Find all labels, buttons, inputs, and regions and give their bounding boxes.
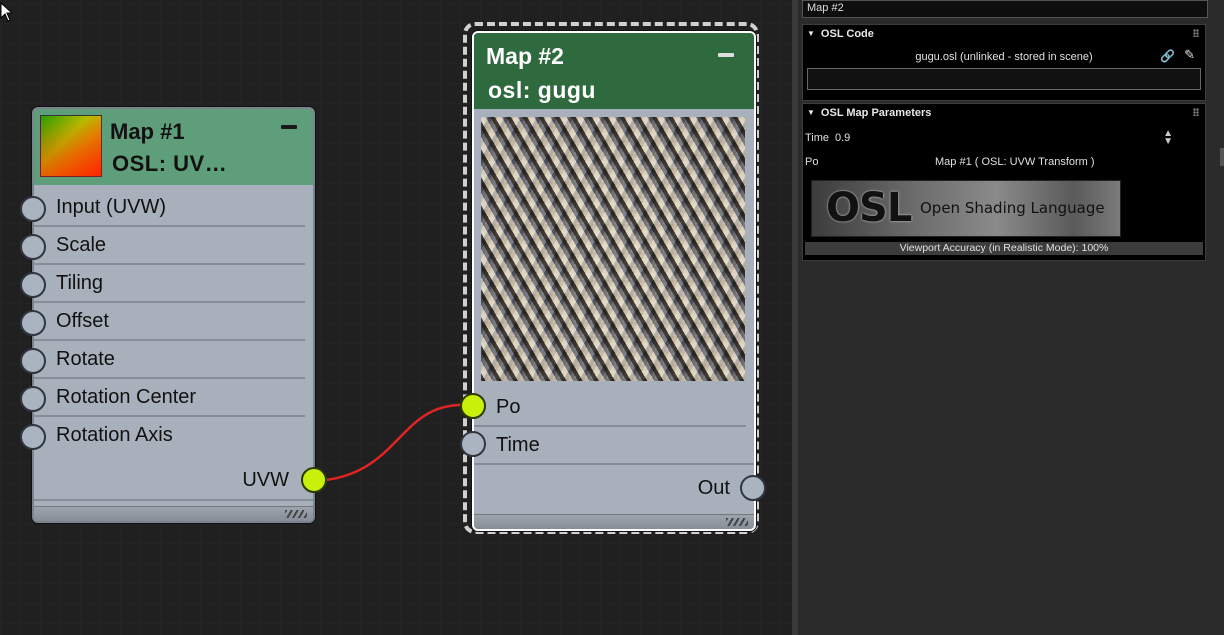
rollout-title: OSL Code xyxy=(820,28,874,40)
collapse-arrow-icon[interactable]: ▼ xyxy=(807,29,815,38)
pencil-icon[interactable]: ✎ xyxy=(1184,47,1195,63)
node-map-1[interactable]: Map #1 OSL: UV… Input (UVW) Scale Tiling… xyxy=(32,107,315,523)
rollout-header[interactable]: ▼ OSL Map Parameters xyxy=(803,104,1205,122)
properties-panel: Map #2 ▼ OSL Code gugu.osl (unlinked - st… xyxy=(792,0,1224,635)
port-row[interactable]: Scale xyxy=(34,227,305,265)
input-socket[interactable] xyxy=(20,386,46,412)
po-map-button[interactable]: Map #1 ( OSL: UVW Transform ) xyxy=(935,156,1095,168)
port-row[interactable]: Input (UVW) xyxy=(34,189,305,227)
node-footer xyxy=(474,514,754,529)
drag-handle-icon[interactable] xyxy=(1193,29,1199,37)
node-map-2[interactable]: Map #2 osl: gugu Po Time Out xyxy=(472,31,756,531)
port-row[interactable]: Tiling xyxy=(34,265,305,303)
port-row[interactable]: Rotation Center xyxy=(34,379,305,417)
output-label: Out xyxy=(697,477,730,499)
osl-code-rollout: ▼ OSL Code gugu.osl (unlinked - stored in… xyxy=(802,24,1206,101)
port-label: Offset xyxy=(56,310,109,332)
time-label: Time xyxy=(805,132,830,144)
collapse-arrow-icon[interactable]: ▼ xyxy=(807,108,815,117)
map-thumbnail xyxy=(40,115,102,177)
port-row[interactable]: Offset xyxy=(34,303,305,341)
osl-code-field[interactable] xyxy=(807,68,1201,90)
minimize-icon[interactable] xyxy=(281,125,297,129)
osl-logo: OSL Open Shading Language xyxy=(811,180,1121,237)
input-socket[interactable] xyxy=(20,196,46,222)
osl-params-rollout: ▼ OSL Map Parameters Time 0.9 ▲ ▼ Po Map #… xyxy=(802,103,1206,261)
link-icon[interactable]: 🔗 xyxy=(1160,49,1175,63)
resize-grip-icon[interactable] xyxy=(726,518,748,526)
port-label: Tiling xyxy=(56,272,104,294)
map-name-field[interactable]: Map #2 xyxy=(802,0,1208,18)
input-socket[interactable] xyxy=(20,272,46,298)
node-editor-canvas[interactable]: Map #1 OSL: UV… Input (UVW) Scale Tiling… xyxy=(0,0,792,635)
panel-side-tab[interactable] xyxy=(1220,148,1224,166)
port-label: Rotation Center xyxy=(56,386,197,408)
output-label: UVW xyxy=(242,469,289,491)
time-value[interactable]: 0.9 xyxy=(835,132,850,144)
node-title: Map #1 xyxy=(110,119,185,144)
node-header[interactable]: Map #1 OSL: UV… xyxy=(34,109,313,185)
minimize-icon[interactable] xyxy=(718,53,734,57)
input-socket[interactable] xyxy=(460,431,486,457)
spinner-arrows-icon[interactable]: ▲ ▼ xyxy=(1163,129,1173,147)
input-socket[interactable] xyxy=(460,393,486,419)
node-header[interactable]: Map #2 osl: gugu xyxy=(474,33,754,109)
node-subtitle: osl: gugu xyxy=(488,77,596,103)
port-row[interactable]: Po xyxy=(474,389,746,427)
port-label: Rotation Axis xyxy=(56,424,173,446)
osl-file-label: gugu.osl (unlinked - stored in scene) xyxy=(915,51,1093,63)
output-socket[interactable] xyxy=(301,467,327,493)
port-label: Po xyxy=(496,396,521,418)
input-socket[interactable] xyxy=(20,348,46,374)
port-row[interactable]: Time xyxy=(474,427,746,463)
map-preview-image xyxy=(481,117,745,381)
input-socket[interactable] xyxy=(20,234,46,260)
port-label: Time xyxy=(496,434,540,456)
osl-logo-mark: OSL xyxy=(826,185,912,231)
resize-grip-icon[interactable] xyxy=(285,510,307,518)
po-label: Po xyxy=(805,156,819,168)
rollout-header[interactable]: ▼ OSL Code xyxy=(803,25,1205,43)
osl-logo-text: Open Shading Language xyxy=(920,199,1105,217)
node-subtitle: OSL: UV… xyxy=(112,151,228,176)
drag-handle-icon[interactable] xyxy=(1193,108,1199,116)
node-footer xyxy=(34,506,313,521)
input-socket[interactable] xyxy=(20,424,46,450)
rollout-title: OSL Map Parameters xyxy=(820,107,932,119)
port-label: Input (UVW) xyxy=(56,196,167,218)
input-socket[interactable] xyxy=(20,310,46,336)
port-label: Rotate xyxy=(56,348,115,370)
node-title: Map #2 xyxy=(486,43,564,69)
viewport-accuracy-label: Viewport Accuracy (in Realistic Mode): 1… xyxy=(805,242,1203,255)
port-row[interactable]: Rotate xyxy=(34,341,305,379)
port-row[interactable]: Rotation Axis xyxy=(34,417,305,453)
output-socket[interactable] xyxy=(740,475,766,501)
port-label: Scale xyxy=(56,234,107,256)
